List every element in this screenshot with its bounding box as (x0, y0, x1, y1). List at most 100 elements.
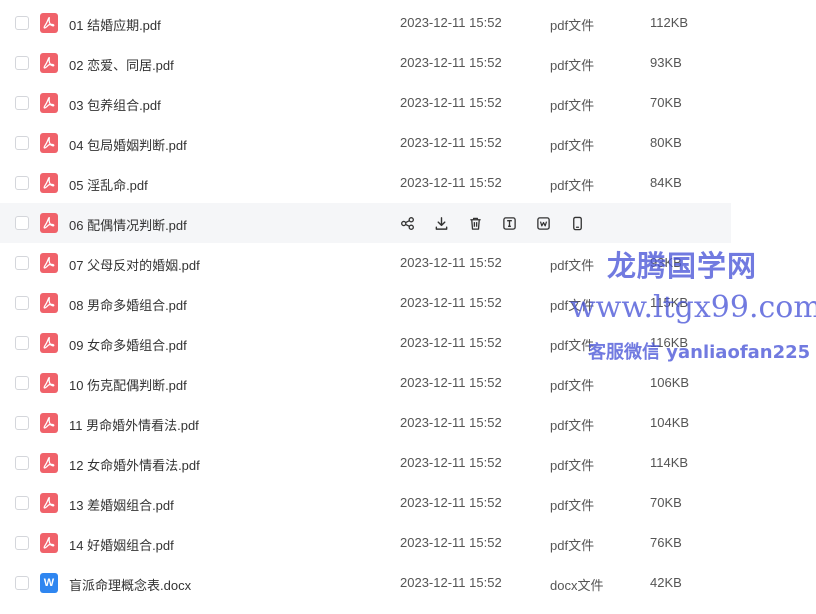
rename-icon[interactable] (500, 214, 518, 232)
file-row[interactable]: 07 父母反对的婚姻.pdf 2023-12-11 15:52 pdf文件 93KB (0, 243, 816, 283)
file-date: 2023-12-11 15:52 (400, 175, 502, 190)
pdf-icon (40, 533, 58, 553)
pdf-icon (40, 373, 58, 393)
file-date: 2023-12-11 15:52 (400, 135, 502, 150)
file-size: 93KB (650, 255, 682, 270)
pdf-icon (40, 133, 58, 153)
pdf-icon (40, 93, 58, 113)
file-type: docx文件 (550, 578, 604, 593)
file-row[interactable]: 11 男命婚外情看法.pdf 2023-12-11 15:52 pdf文件 104KB (0, 403, 816, 443)
file-row[interactable]: 02 恋爱、同居.pdf 2023-12-11 15:52 pdf文件 93KB (0, 43, 816, 83)
file-date: 2023-12-11 15:52 (400, 95, 502, 110)
row-checkbox[interactable] (15, 296, 29, 310)
file-name[interactable]: 05 淫乱命.pdf (69, 175, 148, 194)
file-date: 2023-12-11 15:52 (400, 255, 502, 270)
pdf-icon (40, 453, 58, 473)
file-size: 106KB (650, 375, 690, 390)
file-type: pdf文件 (550, 178, 595, 193)
file-name[interactable]: 06 配偶情况判断.pdf (69, 215, 187, 234)
file-row[interactable]: 04 包局婚姻判断.pdf 2023-12-11 15:52 pdf文件 80KB (0, 123, 816, 163)
file-name[interactable]: 07 父母反对的婚姻.pdf (69, 255, 200, 274)
file-row[interactable]: 12 女命婚外情看法.pdf 2023-12-11 15:52 pdf文件 114KB (0, 443, 816, 483)
file-date: 2023-12-11 15:52 (400, 15, 502, 30)
row-checkbox[interactable] (15, 536, 29, 550)
file-row[interactable]: 09 女命多婚组合.pdf 2023-12-11 15:52 pdf文件 116KB (0, 323, 816, 363)
file-type: pdf文件 (550, 298, 595, 313)
row-checkbox[interactable] (15, 136, 29, 150)
pdf-icon (40, 173, 58, 193)
file-size: 115KB (650, 295, 689, 310)
row-checkbox[interactable] (15, 16, 29, 30)
file-type: pdf文件 (550, 418, 595, 433)
file-name[interactable]: 08 男命多婚组合.pdf (69, 295, 187, 314)
file-type: pdf文件 (550, 378, 595, 393)
file-date: 2023-12-11 15:52 (400, 295, 502, 310)
pdf-icon (40, 333, 58, 353)
file-list: 01 结婚应期.pdf 2023-12-11 15:52 pdf文件 112KB 02 … (0, 3, 816, 603)
file-type: pdf文件 (550, 458, 595, 473)
file-name[interactable]: 12 女命婚外情看法.pdf (69, 455, 200, 474)
file-row[interactable]: 14 好婚姻组合.pdf 2023-12-11 15:52 pdf文件 76KB (0, 523, 816, 563)
pdf-icon (40, 493, 58, 513)
file-row[interactable]: W 盲派命理概念表.docx 2023-12-11 15:52 docx文件 42KB (0, 563, 816, 603)
file-date: 2023-12-11 15:52 (400, 335, 502, 350)
row-checkbox[interactable] (15, 496, 29, 510)
file-row[interactable]: 08 男命多婚组合.pdf 2023-12-11 15:52 pdf文件 115KB (0, 283, 816, 323)
file-name[interactable]: 09 女命多婚组合.pdf (69, 335, 187, 354)
file-size: 84KB (650, 175, 682, 190)
file-name[interactable]: 03 包养组合.pdf (69, 95, 161, 114)
file-name[interactable]: 13 差婚姻组合.pdf (69, 495, 174, 514)
file-size: 112KB (650, 15, 689, 30)
share-icon[interactable] (398, 214, 416, 232)
file-type: pdf文件 (550, 18, 595, 33)
file-date: 2023-12-11 15:52 (400, 535, 502, 550)
file-size: 80KB (650, 135, 682, 150)
file-type: pdf文件 (550, 98, 595, 113)
row-checkbox[interactable] (15, 456, 29, 470)
file-name[interactable]: 盲派命理概念表.docx (69, 575, 191, 594)
row-checkbox[interactable] (15, 416, 29, 430)
row-checkbox[interactable] (15, 176, 29, 190)
file-type: pdf文件 (550, 338, 595, 353)
file-name[interactable]: 01 结婚应期.pdf (69, 15, 161, 34)
file-size: 116KB (650, 335, 689, 350)
pdf-icon (40, 413, 58, 433)
file-name[interactable]: 11 男命婚外情看法.pdf (69, 415, 199, 434)
delete-icon[interactable] (466, 214, 484, 232)
row-checkbox[interactable] (15, 336, 29, 350)
file-size: 42KB (650, 575, 682, 590)
row-checkbox[interactable] (15, 256, 29, 270)
file-type: pdf文件 (550, 498, 595, 513)
open-with-icon[interactable] (534, 214, 552, 232)
row-checkbox[interactable] (15, 216, 29, 230)
file-row[interactable]: 10 伤克配偶判断.pdf 2023-12-11 15:52 pdf文件 106KB (0, 363, 816, 403)
file-row[interactable]: 05 淫乱命.pdf 2023-12-11 15:52 pdf文件 84KB (0, 163, 816, 203)
file-type: pdf文件 (550, 258, 595, 273)
download-icon[interactable] (432, 214, 450, 232)
file-row[interactable]: 01 结婚应期.pdf 2023-12-11 15:52 pdf文件 112KB (0, 3, 816, 43)
file-row[interactable]: 06 配偶情况判断.pdf (0, 203, 731, 243)
row-checkbox[interactable] (15, 376, 29, 390)
file-date: 2023-12-11 15:52 (400, 495, 502, 510)
file-name[interactable]: 02 恋爱、同居.pdf (69, 55, 174, 74)
word-doc-icon: W (40, 573, 58, 593)
mobile-icon[interactable] (568, 214, 586, 232)
file-name[interactable]: 04 包局婚姻判断.pdf (69, 135, 187, 154)
file-type: pdf文件 (550, 58, 595, 73)
file-name[interactable]: 14 好婚姻组合.pdf (69, 535, 174, 554)
file-name[interactable]: 10 伤克配偶判断.pdf (69, 375, 187, 394)
row-checkbox[interactable] (15, 96, 29, 110)
file-date: 2023-12-11 15:52 (400, 575, 502, 590)
file-size: 93KB (650, 55, 682, 70)
file-size: 70KB (650, 495, 682, 510)
file-row[interactable]: 13 差婚姻组合.pdf 2023-12-11 15:52 pdf文件 70KB (0, 483, 816, 523)
file-size: 70KB (650, 95, 682, 110)
pdf-icon (40, 293, 58, 313)
file-type: pdf文件 (550, 138, 595, 153)
row-checkbox[interactable] (15, 56, 29, 70)
pdf-icon (40, 53, 58, 73)
file-size: 76KB (650, 535, 682, 550)
row-checkbox[interactable] (15, 576, 29, 590)
file-row[interactable]: 03 包养组合.pdf 2023-12-11 15:52 pdf文件 70KB (0, 83, 816, 123)
pdf-icon (40, 213, 58, 233)
